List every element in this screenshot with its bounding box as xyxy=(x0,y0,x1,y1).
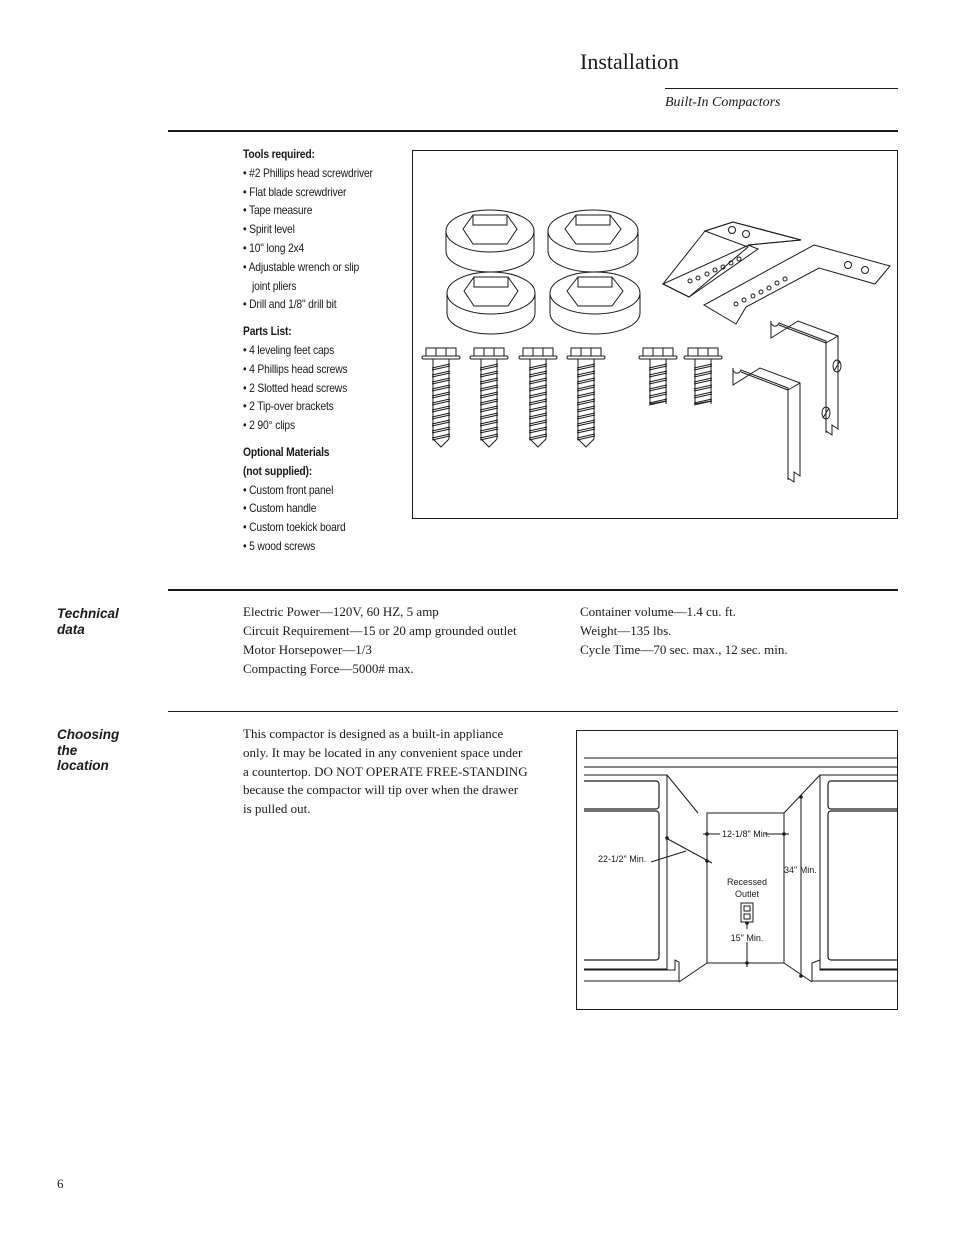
phillips-head-screw-icon xyxy=(421,347,461,448)
parts-illustration xyxy=(412,150,898,519)
technical-specs-right: Container volume—1.4 cu. ft. Weight—135 … xyxy=(580,602,788,659)
leveling-feet-cap-icon xyxy=(445,209,535,273)
leveling-feet-cap-icon xyxy=(446,271,536,335)
outlet-label-line2: Outlet xyxy=(735,889,760,899)
part-item: • 2 Slotted head screws xyxy=(243,380,348,395)
tool-item: • 10" long 2x4 xyxy=(243,240,305,255)
spec-circuit-requirement: Circuit Requirement—15 or 20 amp grounde… xyxy=(243,623,517,638)
optional-item: • 5 wood screws xyxy=(243,538,316,553)
leveling-feet-cap-icon xyxy=(549,271,641,335)
section-divider xyxy=(168,130,898,132)
slotted-head-screw-icon xyxy=(638,347,678,406)
part-item: • 2 90° clips xyxy=(243,418,295,433)
spec-container-volume: Container volume—1.4 cu. ft. xyxy=(580,604,736,619)
height-label: 34" Min. xyxy=(784,865,817,875)
depth-label: 22-1/2" Min. xyxy=(598,854,646,864)
tool-item: • Adjustable wrench or slip xyxy=(243,259,360,274)
optional-heading: Optional Materials xyxy=(243,444,330,459)
outlet-label-line1: Recessed xyxy=(727,877,767,887)
ninety-degree-clip-icon xyxy=(732,367,801,483)
spec-compacting-force: Compacting Force—5000# max. xyxy=(243,661,414,676)
phillips-head-screw-icon xyxy=(566,347,606,448)
width-label: 12-1/8" Min. xyxy=(722,829,770,839)
location-diagram: 12-1/8" Min. 22-1/2" Min. 34" Min. Reces… xyxy=(576,730,898,1010)
phillips-head-screw-icon xyxy=(518,347,558,448)
tools-heading: Tools required: xyxy=(243,147,315,161)
part-item: • 4 Phillips head screws xyxy=(243,361,348,376)
tool-item: • Tape measure xyxy=(243,203,313,218)
left-cabinet xyxy=(584,774,708,983)
section-divider xyxy=(168,589,898,591)
phillips-head-screw-icon xyxy=(469,347,509,448)
spec-cycle-time: Cycle Time—70 sec. max., 12 sec. min. xyxy=(580,642,788,657)
part-item: • 2 Tip-over brackets xyxy=(243,399,334,414)
spec-motor-horsepower: Motor Horsepower—1/3 xyxy=(243,642,372,657)
depth-dimension-line xyxy=(665,837,713,864)
parts-heading: Parts List: xyxy=(243,324,292,339)
leveling-feet-cap-icon xyxy=(547,209,639,273)
technical-data-heading: Technical data xyxy=(57,606,119,637)
optional-item: • Custom toekick board xyxy=(243,520,346,535)
tool-item: • Drill and 1/8" drill bit xyxy=(243,297,337,312)
section-divider xyxy=(168,711,898,712)
spec-electric-power: Electric Power—120V, 60 HZ, 5 amp xyxy=(243,604,439,619)
slotted-head-screw-icon xyxy=(683,347,723,406)
choosing-location-heading: Choosing the location xyxy=(57,727,120,773)
optional-heading-note: (not supplied): xyxy=(243,463,313,478)
page-subtitle: Built-In Compactors xyxy=(665,95,781,110)
title-rule xyxy=(665,88,898,89)
tool-item: • #2 Phillips head screwdriver xyxy=(243,165,373,180)
technical-specs-left: Electric Power—120V, 60 HZ, 5 amp Circui… xyxy=(243,602,517,678)
part-item: • 4 leveling feet caps xyxy=(243,342,335,357)
recessed-outlet-icon xyxy=(740,902,754,923)
tools-parts-lists: Tools required: • #2 Phillips head screw… xyxy=(243,145,394,556)
outlet-height-label: 15" Min. xyxy=(731,933,764,943)
spec-weight: Weight—135 lbs. xyxy=(580,623,672,638)
tool-item-continued: joint pliers xyxy=(252,278,297,293)
optional-item: • Custom handle xyxy=(243,501,317,516)
optional-item: • Custom front panel xyxy=(243,482,334,497)
location-paragraph: This compactor is designed as a built-in… xyxy=(243,726,528,817)
page-title: Installation xyxy=(580,49,679,74)
tool-item: • Spirit level xyxy=(243,222,295,237)
page-number: 6 xyxy=(57,1176,64,1191)
tool-item: • Flat blade screwdriver xyxy=(243,184,347,199)
